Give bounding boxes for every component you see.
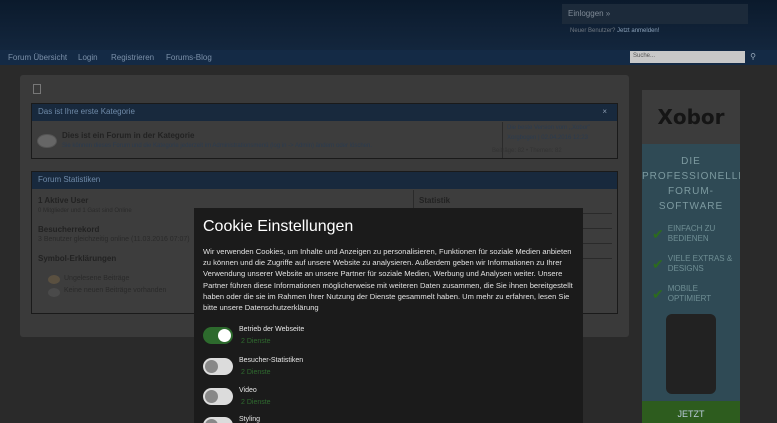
toggle-styling[interactable]	[203, 417, 233, 423]
ad-feature: ✔ VIELE EXTRAS & DESIGNS	[652, 254, 740, 274]
ad-title-line: FORUM-	[668, 186, 714, 197]
toggle-site[interactable]	[203, 327, 233, 344]
no-new-label: Keine neuen Beiträge vorhanden	[64, 287, 167, 294]
search-icon[interactable]: ⚲	[748, 52, 758, 62]
category-title[interactable]: Das ist Ihre erste Kategorie	[38, 107, 135, 116]
forum-status-icon	[37, 134, 57, 148]
no-new-icon	[48, 288, 60, 297]
unread-icon	[48, 275, 60, 284]
option-services-link[interactable]: 2 Dienste	[241, 399, 271, 406]
last-post-date: 02.04.2016 12:23	[541, 135, 588, 141]
ad-feature: ✔ MOBILE OPTIMIERT	[652, 284, 740, 304]
forum-description: Sie können dieses Forum und die Kategori…	[62, 143, 373, 149]
nav-item-register[interactable]: Registrieren	[111, 53, 154, 62]
search-placeholder: Suche...	[633, 53, 656, 59]
toggle-knob	[218, 329, 231, 342]
option-label: Styling	[239, 416, 261, 423]
register-prefix: Neuer Benutzer?	[570, 28, 616, 34]
stats-header: Forum Statistiken	[32, 172, 617, 189]
search-input[interactable]: Suche...	[630, 51, 745, 63]
toggle-knob	[205, 419, 218, 423]
toggle-video[interactable]	[203, 388, 233, 405]
nav-item-blog[interactable]: Forums-Blog	[166, 53, 212, 62]
option-services-link[interactable]: 2 Dienste	[241, 338, 271, 345]
symbols-title: Symbol-Erklärungen	[38, 254, 117, 263]
toggle-knob	[205, 390, 218, 403]
nav-item-login[interactable]: Login	[78, 53, 98, 62]
ad-title-line: SOFTWARE	[658, 201, 724, 212]
record-title: Besucherrekord	[38, 225, 100, 234]
xobor-logo: Xobor	[642, 90, 740, 144]
nav-item-forum-overview[interactable]: Forum Übersicht	[8, 53, 67, 62]
forum-title[interactable]: Dies ist ein Forum in der Kategorie	[62, 131, 194, 140]
phone-image	[666, 314, 716, 394]
page-icon[interactable]	[33, 84, 41, 94]
last-post-title[interactable]: Die beste Version vom ,,Xobor"	[507, 125, 613, 131]
option-label: Video	[239, 387, 257, 394]
option-services-link[interactable]: 2 Dienste	[241, 369, 271, 376]
checkmark-icon: ✔	[652, 285, 664, 302]
category-header: Das ist Ihre erste Kategorie ×	[32, 104, 617, 121]
cookie-text: Wir verwenden Cookies, um Inhalte und An…	[203, 247, 573, 313]
ad-feature-label: EINFACH ZU BEDIENEN	[667, 224, 716, 243]
toggle-knob	[205, 360, 218, 373]
login-label: Einloggen »	[568, 9, 611, 18]
ad-title-line: PROFESSIONELLE	[642, 171, 740, 182]
xobor-ad[interactable]: Xobor DIE PROFESSIONELLE FORUM- SOFTWARE…	[642, 90, 740, 423]
ad-feature: ✔ EINFACH ZU BEDIENEN	[652, 224, 740, 244]
cookie-modal: Cookie Einstellungen Wir verwenden Cooki…	[194, 208, 583, 423]
toggle-stats[interactable]	[203, 358, 233, 375]
register-link[interactable]: Jetzt anmelden!	[617, 28, 659, 34]
forum-counts: Beiträge: 82 • Themen: 82	[492, 148, 562, 154]
last-post-user[interactable]: Xorgbogen	[507, 135, 536, 141]
statistics-title: Statistik	[419, 196, 451, 205]
cookie-title: Cookie Einstellungen	[203, 218, 354, 235]
option-label: Besucher-Statistiken	[239, 357, 304, 364]
ad-button[interactable]: JETZT	[642, 401, 740, 423]
active-users-title: 1 Aktive User	[38, 196, 89, 205]
option-label: Betrieb der Webseite	[239, 326, 305, 333]
checkmark-icon: ✔	[652, 225, 664, 242]
ad-title-line: DIE	[681, 156, 701, 167]
record-sub: 3 Benutzer gleichzeitig online (11.03.20…	[38, 236, 190, 243]
register-line: Neuer Benutzer? Jetzt anmelden!	[570, 28, 659, 34]
ad-feature-label: MOBILE OPTIMIERT	[667, 284, 712, 303]
active-users-sub: 0 Mitglieder und 1 Gast sind Online	[38, 208, 132, 214]
checkmark-icon: ✔	[652, 255, 664, 272]
login-link[interactable]: Einloggen »	[562, 4, 748, 24]
collapse-icon[interactable]: ×	[602, 107, 607, 116]
unread-label: Ungelesene Beiträge	[64, 275, 130, 282]
ad-feature-label: VIELE EXTRAS & DESIGNS	[667, 254, 733, 273]
ad-title: DIE PROFESSIONELLE FORUM- SOFTWARE	[642, 154, 740, 214]
